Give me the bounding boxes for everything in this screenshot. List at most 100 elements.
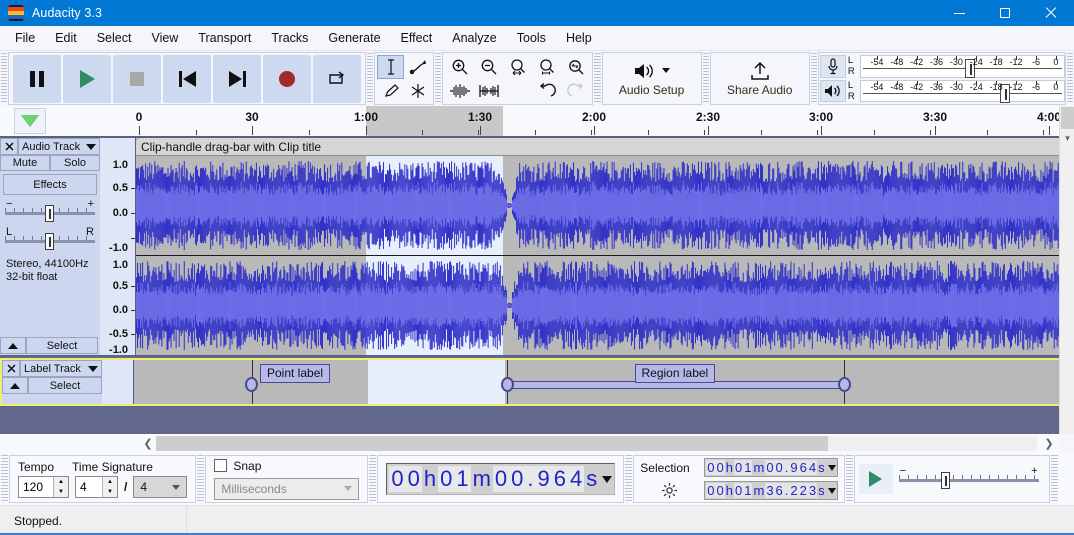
redo-button[interactable] <box>561 79 590 103</box>
mute-button[interactable]: Mute <box>0 155 50 171</box>
chevron-down-icon[interactable] <box>828 488 836 494</box>
meter-toolbar-right-grip[interactable] <box>1067 53 1073 104</box>
menu-help[interactable]: Help <box>557 28 601 48</box>
pinned-play-head-button[interactable] <box>14 108 46 134</box>
selection-toolbar-grip[interactable] <box>625 455 632 503</box>
tools-toolbar-grip[interactable] <box>367 53 373 104</box>
silence-audio-button[interactable] <box>474 79 503 103</box>
chevron-down-icon[interactable]: ▾ <box>1060 130 1074 146</box>
time-toolbar-grip[interactable] <box>369 455 376 503</box>
record-meter-scale[interactable]: -54-48-42-36-30-24-18-12-60 <box>860 55 1065 78</box>
waveform-channel-left[interactable] <box>136 156 1074 255</box>
tempo-up-arrow[interactable]: ▲ <box>54 477 68 487</box>
record-button[interactable] <box>263 55 311 103</box>
skip-to-start-button[interactable] <box>163 55 211 103</box>
solo-button[interactable]: Solo <box>50 155 100 171</box>
time-signature-lower-dropdown[interactable]: 4 <box>133 476 187 498</box>
multi-tool[interactable] <box>404 79 431 103</box>
stop-button[interactable] <box>113 55 161 103</box>
point-label-chip[interactable]: Point label <box>260 364 330 383</box>
edit-toolbar-grip[interactable] <box>435 53 441 104</box>
label-track-name-dropdown[interactable]: Label Track <box>20 360 102 377</box>
draw-tool[interactable] <box>377 79 404 103</box>
play-meter-scale[interactable]: -54-48-42-36-30-24-18-12-60 <box>860 80 1065 103</box>
audio-track-close-button[interactable] <box>0 138 18 155</box>
waveform-channel-right[interactable] <box>136 256 1074 355</box>
play-speed-slider-thumb[interactable] <box>941 472 950 489</box>
timeline-ruler[interactable]: 0301:001:302:002:303:003:304:00 <box>100 106 1074 138</box>
label-track-collapse-button[interactable] <box>2 377 28 394</box>
region-label-chip[interactable]: Region label <box>635 364 716 383</box>
audio-position-field[interactable]: 00h01m00.964s <box>386 463 615 495</box>
snap-checkbox[interactable] <box>214 459 227 472</box>
fit-project-button[interactable] <box>532 55 561 79</box>
selection-end-field[interactable]: 00h01m36.223s <box>704 481 837 500</box>
maximize-button[interactable] <box>982 0 1028 26</box>
zoom-toggle-button[interactable] <box>561 55 590 79</box>
menu-file[interactable]: File <box>6 28 44 48</box>
play-at-speed-button[interactable] <box>859 464 893 494</box>
chevron-down-icon[interactable] <box>602 476 612 483</box>
loop-button[interactable] <box>313 55 361 103</box>
undo-button[interactable] <box>532 79 561 103</box>
snapping-toolbar-grip[interactable] <box>197 455 204 503</box>
skip-to-end-button[interactable] <box>213 55 261 103</box>
close-button[interactable] <box>1028 0 1074 26</box>
trim-audio-button[interactable] <box>445 79 474 103</box>
time-signature-upper-input[interactable] <box>76 477 102 497</box>
fit-selection-button[interactable] <box>503 55 532 79</box>
audio-setup-toolbar[interactable]: Audio Setup <box>602 52 702 105</box>
bottom-dock-end-grip[interactable] <box>1051 455 1058 503</box>
pause-button[interactable] <box>13 55 61 103</box>
play-speed-slider[interactable]: − + <box>899 466 1039 492</box>
play-button[interactable] <box>63 55 111 103</box>
region-label-start-handle[interactable] <box>501 377 514 392</box>
play-speed-toolbar-grip[interactable] <box>846 455 853 503</box>
tempo-stepper[interactable]: ▲▼ <box>18 476 69 498</box>
time-signature-upper-stepper[interactable]: ▲▼ <box>75 476 118 498</box>
play-meter[interactable]: L R -54-48-42-36-30-24-18-12-60 <box>819 79 1065 104</box>
audio-track-waveform-area[interactable]: Clip-handle drag-bar with Clip title <box>136 138 1074 355</box>
zoom-out-button[interactable] <box>474 55 503 79</box>
transport-toolbar-grip[interactable] <box>1 53 7 104</box>
menu-transport[interactable]: Transport <box>189 28 260 48</box>
pan-slider-thumb[interactable] <box>45 233 54 250</box>
gain-slider-thumb[interactable] <box>45 205 54 222</box>
time-signature-toolbar-grip[interactable] <box>1 455 8 503</box>
menu-edit[interactable]: Edit <box>46 28 86 48</box>
pan-slider[interactable]: L R <box>5 227 95 253</box>
horizontal-scrollbar-thumb[interactable] <box>156 436 828 451</box>
gain-slider[interactable]: − + <box>5 199 95 225</box>
chevron-left-icon[interactable]: ❮ <box>140 436 156 451</box>
menu-tracks[interactable]: Tracks <box>262 28 317 48</box>
share-audio-toolbar-grip[interactable] <box>703 53 709 104</box>
ts-up-arrow[interactable]: ▲ <box>103 477 117 487</box>
chevron-right-icon[interactable]: ❯ <box>1041 436 1057 451</box>
selection-tool[interactable] <box>377 55 404 79</box>
audio-track-vertical-ruler[interactable]: 1.00.50.0-1.01.00.50.0-0.5-1.0 <box>100 138 136 355</box>
audio-track-name-dropdown[interactable]: Audio Track <box>18 138 100 155</box>
envelope-tool[interactable] <box>404 55 431 79</box>
menu-view[interactable]: View <box>142 28 187 48</box>
menu-generate[interactable]: Generate <box>319 28 389 48</box>
clip-title-bar[interactable]: Clip-handle drag-bar with Clip title <box>136 138 1074 156</box>
selection-settings-button[interactable] <box>640 482 698 499</box>
audio-track-select-button[interactable]: Select <box>26 337 98 354</box>
tempo-down-arrow[interactable]: ▼ <box>54 487 68 497</box>
audio-setup-toolbar-grip[interactable] <box>594 53 600 104</box>
selection-start-field[interactable]: 00h01m00.964s <box>704 458 837 477</box>
minimize-button[interactable] <box>936 0 982 26</box>
tempo-input[interactable] <box>19 477 53 497</box>
snap-unit-dropdown[interactable]: Milliseconds <box>214 478 359 500</box>
ts-down-arrow[interactable]: ▼ <box>103 487 117 497</box>
zoom-in-button[interactable] <box>445 55 474 79</box>
record-meter[interactable]: L R -54-48-42-36-30-24-18-12-60 <box>819 54 1065 79</box>
menu-tools[interactable]: Tools <box>508 28 555 48</box>
record-meter-button[interactable] <box>820 55 846 78</box>
chevron-down-icon[interactable] <box>828 465 836 471</box>
label-track-canvas[interactable]: Point label Region label <box>134 360 1072 404</box>
meter-toolbar-grip[interactable] <box>811 53 817 104</box>
audio-track-collapse-button[interactable] <box>0 337 26 354</box>
label-track-close-button[interactable] <box>2 360 20 377</box>
play-meter-button[interactable] <box>820 80 846 103</box>
